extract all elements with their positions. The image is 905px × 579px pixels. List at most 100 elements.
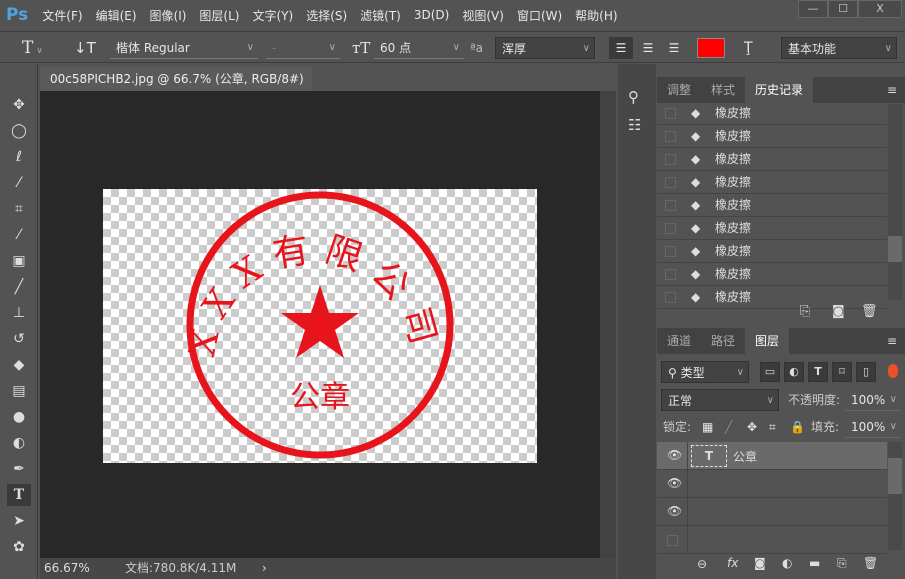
tab-channels[interactable]: 通道 bbox=[657, 328, 701, 354]
document-image[interactable]: XXX有限公司 公章 bbox=[103, 189, 537, 463]
magic-wand-icon[interactable]: ⁄ bbox=[7, 172, 31, 194]
status-menu-arrow[interactable]: › bbox=[262, 558, 267, 579]
menu-window[interactable]: 窗口(W) bbox=[517, 7, 562, 24]
menu-filter[interactable]: 滤镜(T) bbox=[360, 7, 401, 24]
layers-scrollbar[interactable] bbox=[888, 442, 902, 550]
add-mask-icon[interactable]: ◙ bbox=[754, 556, 766, 570]
tab-history[interactable]: 历史记录 bbox=[745, 77, 814, 103]
layers-panel-menu-icon[interactable]: ≡ bbox=[879, 328, 905, 354]
history-checkbox[interactable] bbox=[665, 108, 676, 119]
path-selection-icon[interactable]: ➤ bbox=[7, 510, 31, 532]
eraser-tool-icon[interactable]: ◆ bbox=[7, 354, 31, 376]
marquee-tool-icon[interactable]: ◯ bbox=[7, 120, 31, 142]
lock-all-icon[interactable]: 🔒 bbox=[790, 416, 805, 438]
custom-shape-icon[interactable]: ✿ bbox=[7, 536, 31, 558]
warp-text-icon[interactable]: Ţ bbox=[744, 37, 753, 59]
type-tool-icon[interactable]: T bbox=[7, 484, 31, 506]
history-checkbox[interactable] bbox=[665, 269, 676, 280]
visibility-eye-icon[interactable]: 👁 bbox=[667, 448, 682, 462]
history-brush-icon[interactable]: ↺ bbox=[7, 328, 31, 350]
panel-menu-icon[interactable]: ≡ bbox=[879, 77, 905, 103]
zoom-level[interactable]: 66.67% bbox=[44, 558, 90, 579]
filter-pixel-icon[interactable]: ▭ bbox=[760, 362, 780, 382]
new-document-from-state-icon[interactable]: ⎘ bbox=[800, 304, 810, 319]
visibility-eye-icon[interactable]: 👁 bbox=[667, 504, 682, 518]
filter-smart-object-icon[interactable]: ▯ bbox=[856, 362, 876, 382]
tab-layers[interactable]: 图层 bbox=[745, 328, 790, 354]
history-checkbox[interactable] bbox=[665, 177, 676, 188]
blend-mode-select[interactable]: 正常 ∨ bbox=[661, 389, 779, 411]
align-right-button[interactable]: ☰ bbox=[664, 37, 684, 59]
menu-layer[interactable]: 图层(L) bbox=[199, 7, 239, 24]
font-family-select[interactable]: 楷体 Regular ∨ bbox=[110, 37, 258, 59]
layer-row[interactable]: 👁 bbox=[657, 470, 887, 498]
canvas-vertical-scrollbar[interactable] bbox=[600, 91, 616, 558]
lock-image-icon[interactable]: ╱ bbox=[725, 416, 732, 438]
history-scrollbar[interactable] bbox=[888, 104, 902, 300]
filter-shape-icon[interactable]: ⌑ bbox=[832, 362, 852, 382]
brush-presets-icon[interactable]: ⚲ bbox=[628, 88, 639, 106]
history-item[interactable]: ◆ 橡皮擦 bbox=[657, 171, 887, 194]
menu-edit[interactable]: 编辑(E) bbox=[96, 7, 137, 24]
history-checkbox[interactable] bbox=[665, 131, 676, 142]
adjustment-layer-icon[interactable]: ◐ bbox=[782, 556, 792, 570]
healing-brush-icon[interactable]: ▣ bbox=[7, 250, 31, 272]
layer-row[interactable]: 👁 bbox=[657, 498, 887, 526]
text-color-swatch[interactable] bbox=[697, 38, 725, 58]
new-group-icon[interactable]: ▬ bbox=[809, 556, 820, 570]
delete-state-icon[interactable]: 🗑 bbox=[861, 304, 878, 319]
font-style-select[interactable]: - ∨ bbox=[266, 37, 340, 59]
history-checkbox[interactable] bbox=[665, 154, 676, 165]
maximize-button[interactable]: ☐ bbox=[828, 0, 858, 18]
menu-view[interactable]: 视图(V) bbox=[462, 7, 504, 24]
filter-type-icon[interactable]: T bbox=[808, 362, 828, 382]
visibility-toggle[interactable] bbox=[667, 535, 678, 546]
tab-styles[interactable]: 样式 bbox=[701, 77, 745, 103]
dodge-tool-icon[interactable]: ◐ bbox=[7, 432, 31, 454]
history-item[interactable]: ◆ 橡皮擦 bbox=[657, 102, 887, 125]
tab-adjustments[interactable]: 调整 bbox=[657, 77, 701, 103]
layer-filter-select[interactable]: ⚲ 类型 ∨ bbox=[661, 361, 749, 383]
history-item[interactable]: ◆ 橡皮擦 bbox=[657, 217, 887, 240]
visibility-eye-icon[interactable]: 👁 bbox=[667, 476, 682, 490]
type-tool-preset-icon[interactable]: T ∨ bbox=[22, 37, 43, 59]
filter-toggle[interactable] bbox=[888, 364, 898, 378]
layer-row[interactable] bbox=[657, 526, 887, 554]
align-center-button[interactable]: ☰ bbox=[638, 37, 658, 59]
history-checkbox[interactable] bbox=[665, 246, 676, 257]
new-layer-icon[interactable]: ⎘ bbox=[837, 556, 847, 571]
history-item[interactable]: ◆ 橡皮擦 bbox=[657, 148, 887, 171]
properties-icon[interactable]: ☷ bbox=[628, 116, 641, 134]
brush-tool-icon[interactable]: ╱ bbox=[7, 276, 31, 298]
blur-tool-icon[interactable]: ● bbox=[7, 406, 31, 428]
menu-select[interactable]: 选择(S) bbox=[306, 7, 347, 24]
filter-adjustment-icon[interactable]: ◐ bbox=[784, 362, 804, 382]
eyedropper-icon[interactable]: ⁄ bbox=[7, 224, 31, 246]
lock-transparent-icon[interactable]: ▦ bbox=[702, 416, 713, 438]
workspace-select[interactable]: 基本功能 ∨ bbox=[781, 37, 897, 59]
lasso-tool-icon[interactable]: ℓ bbox=[7, 146, 31, 168]
minimize-button[interactable]: — bbox=[798, 0, 828, 18]
menu-file[interactable]: 文件(F) bbox=[42, 7, 82, 24]
layer-row[interactable]: 👁 T 公章 bbox=[657, 442, 887, 470]
close-button[interactable]: X bbox=[858, 0, 902, 18]
menu-image[interactable]: 图像(I) bbox=[150, 7, 187, 24]
fill-input[interactable]: 100% ∨ bbox=[845, 416, 901, 438]
delete-layer-icon[interactable]: 🗑 bbox=[863, 556, 878, 570]
menu-type[interactable]: 文字(Y) bbox=[252, 7, 293, 24]
pen-tool-icon[interactable]: ✒ bbox=[7, 458, 31, 480]
align-left-button[interactable]: ☰ bbox=[609, 37, 633, 59]
history-item[interactable]: ◆ 橡皮擦 bbox=[657, 125, 887, 148]
crop-tool-icon[interactable]: ⌗ bbox=[7, 198, 31, 220]
lock-artboard-icon[interactable]: ⌗ bbox=[769, 416, 776, 438]
lock-position-icon[interactable]: ✥ bbox=[747, 416, 757, 438]
history-item[interactable]: ◆ 橡皮擦 bbox=[657, 240, 887, 263]
link-layers-icon[interactable]: ⊖ bbox=[697, 557, 707, 571]
tab-paths[interactable]: 路径 bbox=[701, 328, 745, 354]
document-tab[interactable]: 00c58PICHB2.jpg @ 66.7% (公章, RGB/8#) * × bbox=[40, 67, 312, 110]
history-checkbox[interactable] bbox=[665, 223, 676, 234]
menu-help[interactable]: 帮助(H) bbox=[575, 7, 617, 24]
toggle-orientation-icon[interactable]: ↓T bbox=[74, 37, 96, 59]
font-size-select[interactable]: 60 点 ∨ bbox=[374, 37, 464, 59]
history-item[interactable]: ◆ 橡皮擦 bbox=[657, 263, 887, 286]
